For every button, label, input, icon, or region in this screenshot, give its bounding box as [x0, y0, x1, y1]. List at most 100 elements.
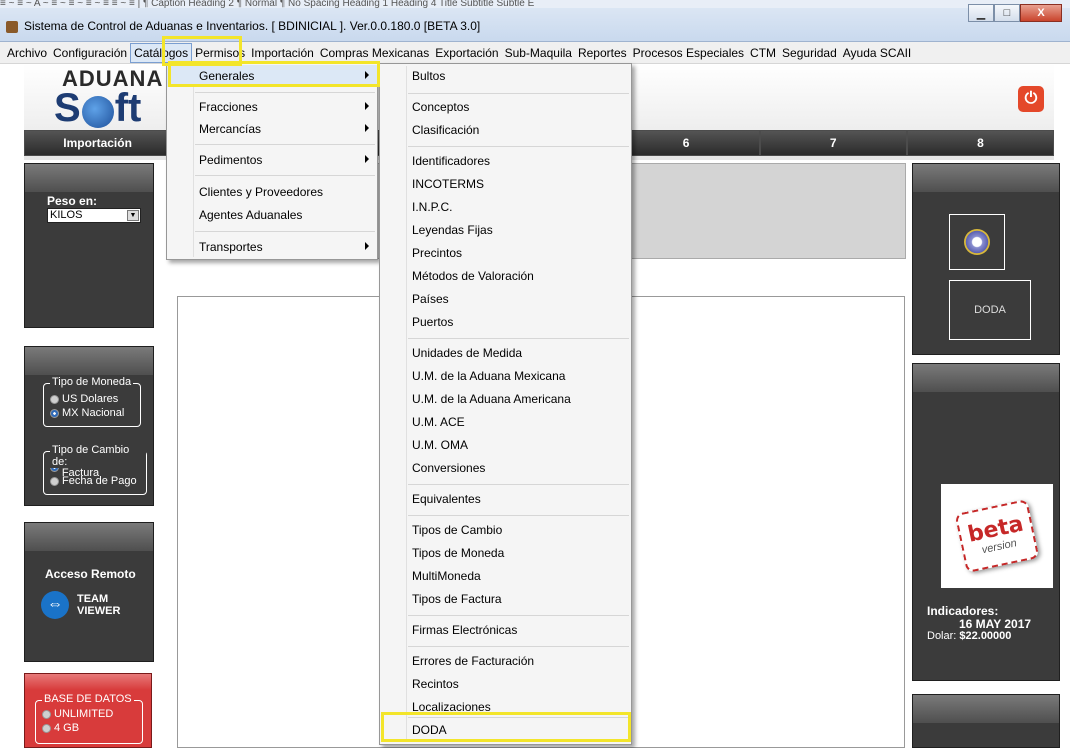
- panel-header: [913, 695, 1059, 723]
- menu-exportacion[interactable]: Exportación: [432, 44, 501, 62]
- menu-separator: [408, 646, 629, 647]
- panel-header: [25, 674, 151, 690]
- menu-item-multimoneda[interactable]: MultiMoneda: [380, 565, 631, 587]
- menu-separator: [408, 146, 629, 147]
- menu-sub-maquila[interactable]: Sub-Maquila: [502, 44, 575, 62]
- menu-separator: [408, 515, 629, 516]
- menu-item-tipos-factura[interactable]: Tipos de Factura: [380, 588, 631, 610]
- highlight-generales: [168, 61, 380, 87]
- logo-letter-s: S: [54, 86, 81, 130]
- menu-seguridad[interactable]: Seguridad: [779, 44, 840, 62]
- minimize-button[interactable]: ▁: [968, 4, 994, 22]
- menu-archivo[interactable]: Archivo: [4, 44, 50, 62]
- menu-ctm[interactable]: CTM: [747, 44, 779, 62]
- menu-item-errores-facturacion[interactable]: Errores de Facturación: [380, 650, 631, 672]
- submenu-arrow-icon: [365, 124, 369, 132]
- currency-group: Tipo de Moneda US Dolares MX Nacional: [43, 376, 141, 427]
- weight-unit-value: KILOS: [50, 209, 83, 221]
- database-group-title: BASE DE DATOS: [42, 693, 134, 705]
- menu-separator: [408, 615, 629, 616]
- menu-item-identificadores[interactable]: Identificadores: [380, 150, 631, 172]
- panel-header: [913, 164, 1059, 192]
- panel-header: [25, 523, 153, 551]
- submenu-arrow-icon: [365, 102, 369, 110]
- menu-item-conversiones[interactable]: Conversiones: [380, 457, 631, 479]
- radio-icon[interactable]: [42, 723, 51, 733]
- remote-access-panel: Acceso Remoto ⇔ TEAM VIEWER: [24, 522, 154, 662]
- menu-item-puertos[interactable]: Puertos: [380, 311, 631, 333]
- bottom-right-panel: [912, 694, 1060, 748]
- menu-importacion[interactable]: Importación: [248, 44, 317, 62]
- teamviewer-label[interactable]: TEAM VIEWER: [77, 593, 120, 617]
- weight-label: Peso en:: [47, 194, 98, 208]
- menu-configuracion[interactable]: Configuración: [50, 44, 130, 62]
- menu-separator: [195, 92, 375, 93]
- radio-fecha-pago[interactable]: Fecha de Pago: [50, 474, 146, 488]
- panel-header: [913, 364, 1059, 392]
- indicators-date: 16 MAY 2017: [959, 617, 1032, 631]
- menu-item-clientes-proveedores[interactable]: Clientes y Proveedores: [167, 181, 377, 203]
- menu-item-agentes-aduanales[interactable]: Agentes Aduanales: [167, 204, 377, 226]
- menu-item-recintos[interactable]: Recintos: [380, 673, 631, 695]
- menu-item-um-aduana-mexicana[interactable]: U.M. de la Aduana Mexicana: [380, 365, 631, 387]
- menu-item-um-aduana-americana[interactable]: U.M. de la Aduana Americana: [380, 388, 631, 410]
- panel-header: [25, 164, 153, 192]
- radio-icon[interactable]: [42, 709, 51, 719]
- menu-procesos-especiales[interactable]: Procesos Especiales: [630, 44, 747, 62]
- radio-icon[interactable]: [50, 476, 59, 486]
- window-title: Sistema de Control de Aduanas e Inventar…: [24, 19, 481, 33]
- title-bar: ≡ ~ ≡ ~ A ~ ≡ ~ ≡ ~ ≡ ~ ≡ ≡ ~ ≡ | ¶ Capt…: [0, 0, 1070, 42]
- menu-item-transportes[interactable]: Transportes: [167, 236, 377, 258]
- menu-item-bultos[interactable]: Bultos: [380, 65, 631, 87]
- menu-item-metodos-valoracion[interactable]: Métodos de Valoración: [380, 265, 631, 287]
- menu-reportes[interactable]: Reportes: [575, 44, 630, 62]
- doda-button[interactable]: DODA: [949, 280, 1031, 340]
- currency-panel: Tipo de Moneda US Dolares MX Nacional Ti…: [24, 346, 154, 506]
- menu-item-inpc[interactable]: I.N.P.C.: [380, 196, 631, 218]
- power-icon[interactable]: ⏻: [1018, 86, 1044, 112]
- nav-7[interactable]: 7: [759, 130, 907, 156]
- beta-stamp-icon: beta version: [954, 498, 1040, 574]
- menu-item-leyendas-fijas[interactable]: Leyendas Fijas: [380, 219, 631, 241]
- menu-item-um-ace[interactable]: U.M. ACE: [380, 411, 631, 433]
- nav-importacion[interactable]: Importación: [24, 130, 172, 156]
- menu-item-precintos[interactable]: Precintos: [380, 242, 631, 264]
- menu-item-unidades-medida[interactable]: Unidades de Medida: [380, 342, 631, 364]
- weight-unit-select[interactable]: KILOS ▼: [47, 208, 141, 223]
- menu-item-firmas-electronicas[interactable]: Firmas Electrónicas: [380, 619, 631, 641]
- menu-item-tipos-moneda[interactable]: Tipos de Moneda: [380, 542, 631, 564]
- menu-item-label: Clientes y Proveedores: [199, 185, 324, 199]
- window-controls: ▁ □ X: [968, 4, 1062, 22]
- chevron-down-icon[interactable]: ▼: [127, 210, 139, 221]
- menu-item-tipos-cambio[interactable]: Tipos de Cambio: [380, 519, 631, 541]
- close-button[interactable]: X: [1020, 4, 1062, 22]
- menu-bar: Archivo Configuración Catálogos Permisos…: [0, 42, 1070, 64]
- menu-item-mercancias[interactable]: Mercancías: [167, 118, 377, 140]
- submenu-arrow-icon: [365, 155, 369, 163]
- radio-unlimited[interactable]: UNLIMITED: [42, 707, 142, 721]
- menu-item-conceptos[interactable]: Conceptos: [380, 96, 631, 118]
- nav-8[interactable]: 8: [906, 130, 1054, 156]
- settings-button[interactable]: [949, 214, 1005, 270]
- submenu-arrow-icon: [365, 242, 369, 250]
- radio-mx-nacional[interactable]: MX Nacional: [50, 406, 140, 420]
- radio-us-dolares[interactable]: US Dolares: [50, 392, 140, 406]
- menu-item-um-oma[interactable]: U.M. OMA: [380, 434, 631, 456]
- menu-item-clasificacion[interactable]: Clasificación: [380, 119, 631, 141]
- radio-icon[interactable]: [50, 394, 59, 404]
- menu-item-pedimentos[interactable]: Pedimentos: [167, 149, 377, 171]
- nav-6[interactable]: 6: [612, 130, 760, 156]
- maximize-button[interactable]: □: [994, 4, 1020, 22]
- menu-item-label: Mercancías: [199, 122, 262, 136]
- menu-item-fracciones[interactable]: Fracciones: [167, 96, 377, 118]
- menu-item-paises[interactable]: Países: [380, 288, 631, 310]
- menu-item-equivalentes[interactable]: Equivalentes: [380, 488, 631, 510]
- app-icon: [6, 21, 18, 33]
- teamviewer-icon[interactable]: ⇔: [41, 591, 69, 619]
- radio-4gb[interactable]: 4 GB: [42, 721, 142, 735]
- radio-label: UNLIMITED: [54, 708, 114, 720]
- radio-selected-icon[interactable]: [50, 408, 59, 418]
- menu-item-incoterms[interactable]: INCOTERMS: [380, 173, 631, 195]
- menu-compras-mexicanas[interactable]: Compras Mexicanas: [317, 44, 432, 62]
- menu-ayuda[interactable]: Ayuda SCAII: [840, 44, 914, 62]
